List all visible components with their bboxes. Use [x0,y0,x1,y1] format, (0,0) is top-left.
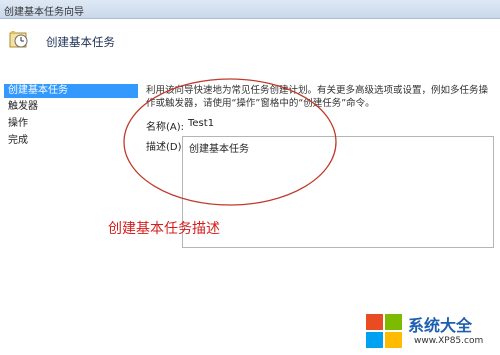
wizard-heading: 创建基本任务 [46,35,115,49]
step-action[interactable]: 操作 [4,117,32,131]
step-create-basic-task[interactable]: 创建基本任务 [4,84,138,98]
watermark-brand: 系统大全 [408,316,473,335]
watermark-logo: 系统大全 www.XP85.com [364,308,494,352]
annotation-circle [123,78,337,206]
wizard-header: 创建基本任务 [0,19,500,65]
window-title: 创建基本任务向导 [4,7,84,18]
watermark-site: www.XP85.com [414,336,484,346]
window-titlebar: 创建基本任务向导 [0,0,500,19]
windows-logo-icon [366,314,402,348]
task-wizard-icon [9,31,28,48]
step-trigger[interactable]: 触发器 [4,100,42,114]
step-finish[interactable]: 完成 [4,134,32,148]
annotation-text: 创建基本任务描述 [108,221,220,237]
